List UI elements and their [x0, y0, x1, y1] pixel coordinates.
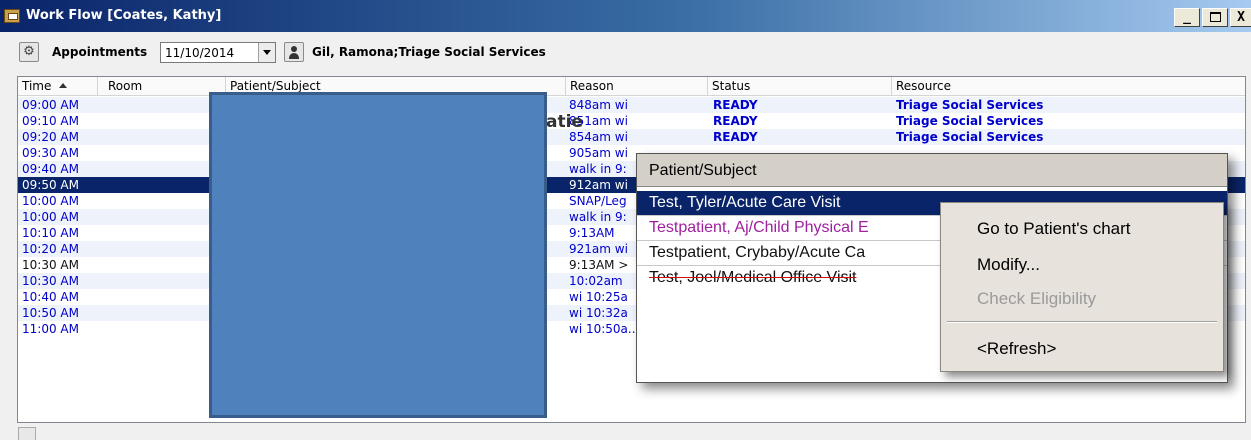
chevron-down-icon[interactable]	[258, 43, 275, 62]
column-header-room[interactable]: Room	[98, 77, 226, 96]
status-bar-icon	[18, 427, 36, 440]
menu-item-check-eligibility: Check Eligibility	[977, 289, 1097, 308]
resource-label: Gil, Ramona;Triage Social Services	[312, 45, 546, 59]
menu-item-modify[interactable]: Modify...	[977, 255, 1040, 275]
menu-item-go-to-chart[interactable]: Go to Patient's chart	[977, 219, 1131, 239]
date-select[interactable]: 11/10/2014	[160, 42, 276, 63]
appointments-label: Appointments	[52, 45, 148, 59]
settings-button[interactable]: ⚙	[19, 42, 39, 62]
table-row[interactable]: 09:10 AM 851am wi READY Triage Social Se…	[18, 113, 1245, 129]
column-header-status[interactable]: Status	[708, 77, 892, 96]
grid-header: Time Room Patient/Subject Reason Status …	[18, 77, 1245, 96]
table-row[interactable]: 09:00 AM 848am wi READY Triage Social Se…	[18, 97, 1245, 113]
partial-patient-text: atie	[546, 112, 583, 132]
column-header-reason[interactable]: Reason	[566, 77, 708, 96]
gear-icon: ⚙	[23, 44, 35, 59]
maximize-button[interactable]	[1202, 8, 1228, 27]
toolbar: ⚙ Appointments 11/10/2014 Gil, Ramona;Tr…	[0, 32, 1251, 74]
resource-picker-button[interactable]	[284, 42, 304, 62]
menu-item-refresh[interactable]: <Refresh>	[977, 339, 1056, 359]
title-bar: Work Flow [Coates, Kathy] _ X	[0, 0, 1251, 32]
sort-ascending-icon	[59, 83, 68, 88]
close-button[interactable]: X	[1230, 8, 1251, 27]
redaction-block	[209, 92, 547, 418]
table-row[interactable]: 09:20 AM 854am wi READY Triage Social Se…	[18, 129, 1245, 145]
context-menu: Go to Patient's chart Modify... Check El…	[940, 202, 1224, 372]
maximize-icon	[1209, 12, 1221, 22]
person-icon	[291, 46, 297, 52]
menu-separator	[947, 321, 1217, 323]
popup-header: Patient/Subject	[637, 154, 1227, 187]
column-header-resource[interactable]: Resource	[892, 77, 1245, 96]
window-title: Work Flow [Coates, Kathy]	[26, 8, 222, 23]
minimize-button[interactable]: _	[1174, 8, 1200, 27]
app-icon	[4, 9, 20, 23]
date-value: 11/10/2014	[165, 46, 235, 60]
column-header-time[interactable]: Time	[18, 77, 98, 96]
